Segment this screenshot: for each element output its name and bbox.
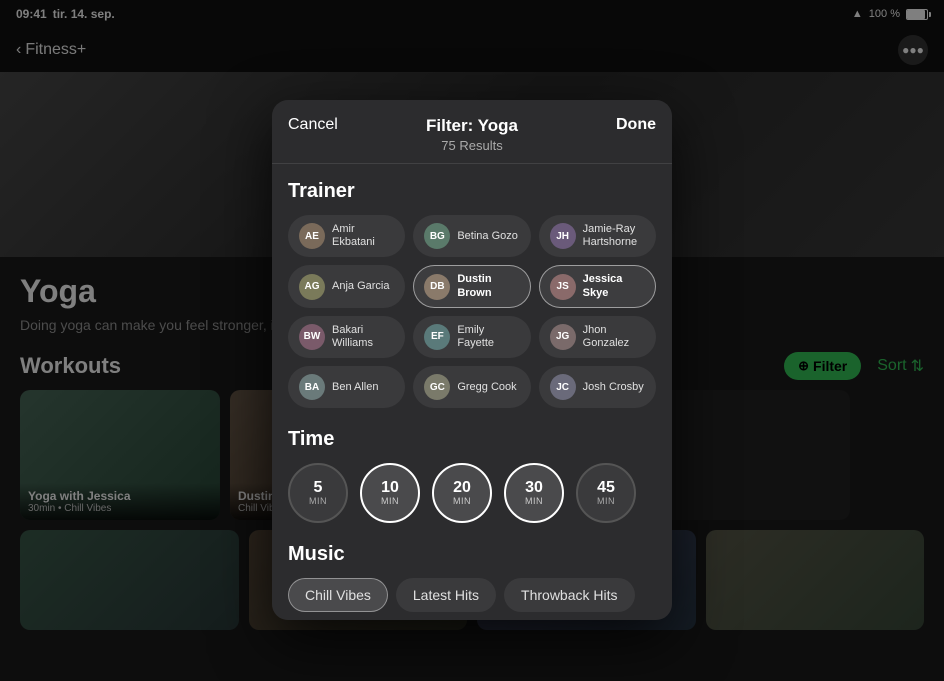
avatar-emily: EF xyxy=(424,324,450,350)
trainer-chip-betina[interactable]: BG Betina Gozo xyxy=(413,215,530,257)
modal-body: Trainer AE Amir Ekbatani BG Betina Gozo … xyxy=(272,164,672,620)
trainer-name-betina: Betina Gozo xyxy=(457,230,518,243)
time-value-30: 30 xyxy=(525,480,543,496)
avatar-ben: BA xyxy=(299,374,325,400)
trainer-chip-jessica[interactable]: JS Jessica Skye xyxy=(539,265,656,307)
avatar-jhon: JG xyxy=(550,324,576,350)
trainer-name-jessica: Jessica Skye xyxy=(583,273,645,299)
time-value-5: 5 xyxy=(314,480,323,496)
time-value-20: 20 xyxy=(453,480,471,496)
trainer-name-anja: Anja Garcia xyxy=(332,280,389,293)
time-section: Time 5 MIN 10 MIN 20 MIN 30 xyxy=(288,428,656,523)
trainer-chip-anja[interactable]: AG Anja Garcia xyxy=(288,265,405,307)
trainer-chip-jhon[interactable]: JG Jhon Gonzalez xyxy=(539,316,656,358)
trainer-grid: AE Amir Ekbatani BG Betina Gozo JH Jamie… xyxy=(288,215,656,408)
avatar-betina: BG xyxy=(424,223,450,249)
time-value-10: 10 xyxy=(381,480,399,496)
time-unit-10: MIN xyxy=(381,496,399,506)
trainer-name-ben: Ben Allen xyxy=(332,381,378,394)
avatar-bakari: BW xyxy=(299,324,325,350)
trainer-name-emily: Emily Fayette xyxy=(457,324,519,350)
avatar-amir: AE xyxy=(299,223,325,249)
trainer-chip-emily[interactable]: EF Emily Fayette xyxy=(413,316,530,358)
avatar-jamie: JH xyxy=(550,223,576,249)
trainer-name-dustin: Dustin Brown xyxy=(457,273,519,299)
music-chips: Chill Vibes Latest Hits Throwback Hits E… xyxy=(288,578,656,620)
trainer-name-jamie: Jamie-Ray Hartshorne xyxy=(583,223,645,249)
trainer-chip-amir[interactable]: AE Amir Ekbatani xyxy=(288,215,405,257)
trainer-chip-josh[interactable]: JC Josh Crosby xyxy=(539,366,656,408)
trainer-section-heading: Trainer xyxy=(288,180,656,203)
time-value-45: 45 xyxy=(597,480,615,496)
trainer-name-jhon: Jhon Gonzalez xyxy=(583,324,645,350)
time-10min[interactable]: 10 MIN xyxy=(360,463,420,523)
music-section-heading: Music xyxy=(288,543,656,566)
modal-overlay: Cancel Filter: Yoga 75 Results Done Trai… xyxy=(0,0,944,681)
filter-modal: Cancel Filter: Yoga 75 Results Done Trai… xyxy=(272,100,672,620)
time-45min[interactable]: 45 MIN xyxy=(576,463,636,523)
time-5min[interactable]: 5 MIN xyxy=(288,463,348,523)
trainer-name-josh: Josh Crosby xyxy=(583,381,644,394)
avatar-gregg: GC xyxy=(424,374,450,400)
time-20min[interactable]: 20 MIN xyxy=(432,463,492,523)
avatar-anja: AG xyxy=(299,274,325,300)
time-circles: 5 MIN 10 MIN 20 MIN 30 MIN xyxy=(288,463,656,523)
avatar-jessica: JS xyxy=(550,274,576,300)
time-unit-20: MIN xyxy=(453,496,471,506)
music-chill-vibes[interactable]: Chill Vibes xyxy=(288,578,388,612)
trainer-chip-ben[interactable]: BA Ben Allen xyxy=(288,366,405,408)
modal-title: Filter: Yoga xyxy=(292,116,652,136)
time-30min[interactable]: 30 MIN xyxy=(504,463,564,523)
trainer-name-gregg: Gregg Cook xyxy=(457,381,516,394)
results-label: 75 Results xyxy=(292,138,652,153)
time-unit-5: MIN xyxy=(309,496,327,506)
trainer-chip-bakari[interactable]: BW Bakari Williams xyxy=(288,316,405,358)
avatar-josh: JC xyxy=(550,374,576,400)
trainer-name-bakari: Bakari Williams xyxy=(332,324,394,350)
music-throwback-hits[interactable]: Throwback Hits xyxy=(504,578,634,612)
modal-header: Cancel Filter: Yoga 75 Results Done xyxy=(272,100,672,164)
music-latest-hits[interactable]: Latest Hits xyxy=(396,578,496,612)
time-unit-45: MIN xyxy=(597,496,615,506)
trainer-chip-jamie[interactable]: JH Jamie-Ray Hartshorne xyxy=(539,215,656,257)
trainer-name-amir: Amir Ekbatani xyxy=(332,223,394,249)
done-button[interactable]: Done xyxy=(616,116,656,134)
time-unit-30: MIN xyxy=(525,496,543,506)
cancel-button[interactable]: Cancel xyxy=(288,116,338,134)
trainer-chip-dustin[interactable]: DB Dustin Brown xyxy=(413,265,530,307)
music-section: Music Chill Vibes Latest Hits Throwback … xyxy=(288,543,656,620)
avatar-dustin: DB xyxy=(424,274,450,300)
time-section-heading: Time xyxy=(288,428,656,451)
trainer-chip-gregg[interactable]: GC Gregg Cook xyxy=(413,366,530,408)
